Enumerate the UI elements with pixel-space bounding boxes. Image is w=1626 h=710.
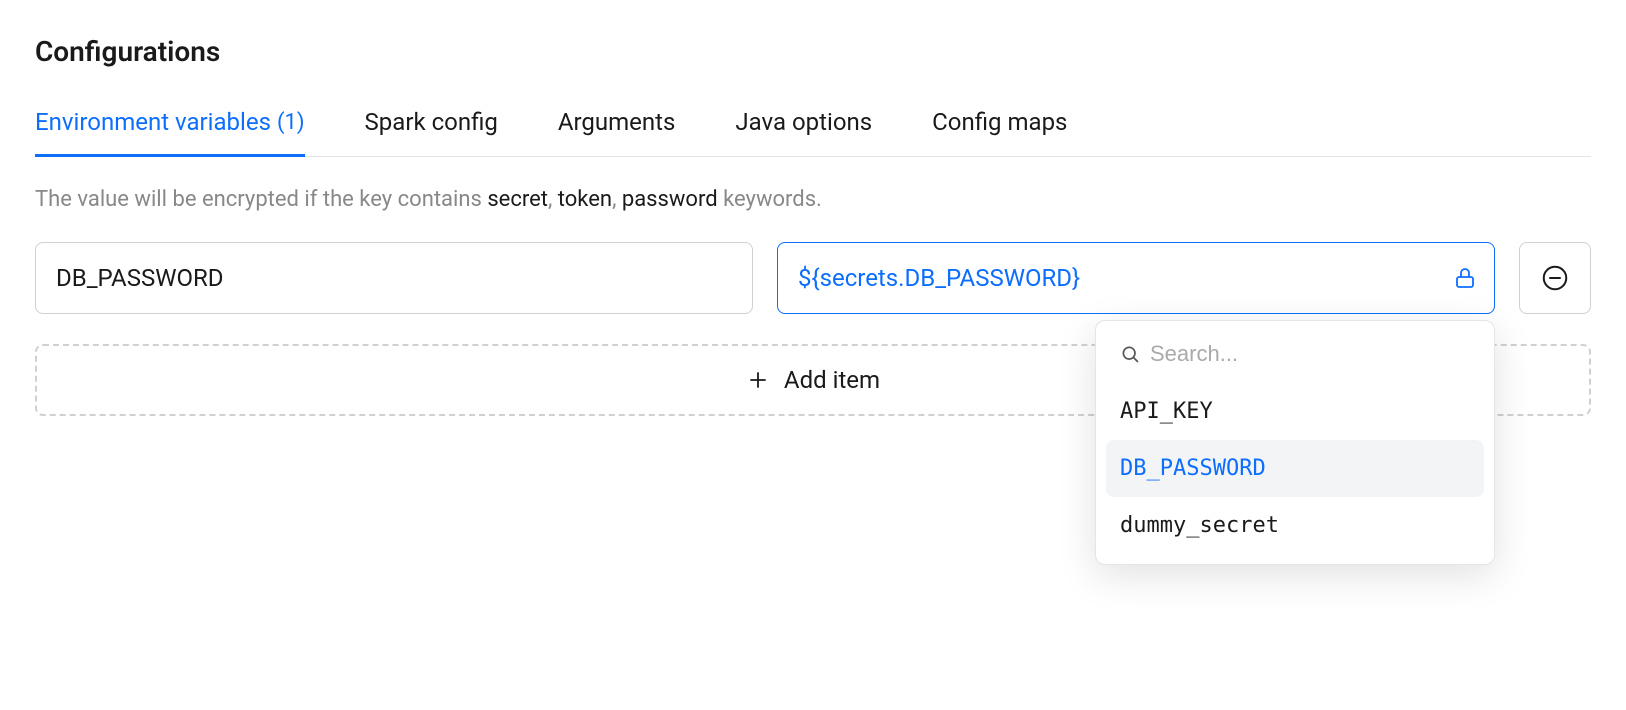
helper-text: The value will be encrypted if the key c… <box>35 187 1591 212</box>
plus-icon <box>746 368 770 392</box>
dropdown-search-input[interactable] <box>1150 341 1470 367</box>
env-value-input[interactable] <box>777 242 1495 314</box>
tab-label: Environment variables <box>35 108 271 136</box>
tab-label: Arguments <box>558 108 676 136</box>
tab-environment-variables[interactable]: Environment variables (1) <box>35 108 305 156</box>
tab-label: Java options <box>735 108 872 136</box>
tab-config-maps[interactable]: Config maps <box>932 108 1067 156</box>
dropdown-item-api-key[interactable]: API_KEY <box>1106 383 1484 440</box>
tab-java-options[interactable]: Java options <box>735 108 872 156</box>
minus-circle-icon <box>1540 263 1570 293</box>
tab-spark-config[interactable]: Spark config <box>365 108 498 156</box>
tab-label: Spark config <box>365 108 498 136</box>
env-var-row: API_KEY DB_PASSWORD dummy_secret <box>35 242 1591 314</box>
secrets-dropdown: API_KEY DB_PASSWORD dummy_secret <box>1095 320 1495 565</box>
search-icon <box>1120 344 1140 364</box>
value-input-wrap: API_KEY DB_PASSWORD dummy_secret <box>777 242 1495 314</box>
dropdown-item-db-password[interactable]: DB_PASSWORD <box>1106 440 1484 497</box>
page-title: Configurations <box>35 35 1591 68</box>
lock-icon <box>1453 266 1477 290</box>
key-input-wrap <box>35 242 753 314</box>
dropdown-item-dummy-secret[interactable]: dummy_secret <box>1106 497 1484 554</box>
env-key-input[interactable] <box>35 242 753 314</box>
tabs: Environment variables (1) Spark config A… <box>35 108 1591 157</box>
tab-arguments[interactable]: Arguments <box>558 108 676 156</box>
tab-count: (1) <box>277 110 305 135</box>
remove-row-button[interactable] <box>1519 242 1591 314</box>
dropdown-search <box>1106 331 1484 377</box>
add-item-label: Add item <box>784 366 880 394</box>
tab-label: Config maps <box>932 108 1067 136</box>
